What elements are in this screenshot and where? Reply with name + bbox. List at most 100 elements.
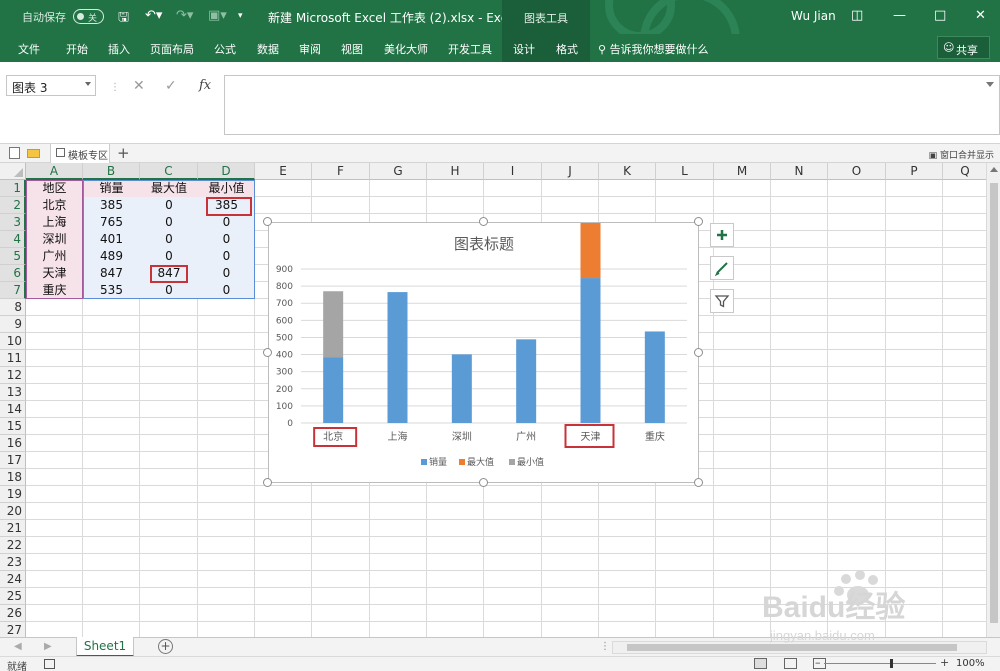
tab-page-layout[interactable]: 页面布局 [150, 41, 194, 57]
tab-beautify[interactable]: 美化大师 [384, 41, 428, 57]
column-header-g[interactable]: G [370, 163, 427, 180]
table-cell[interactable]: 天津 [26, 265, 83, 282]
camera-icon[interactable]: ▣▾ [208, 8, 227, 23]
autosave-toggle[interactable]: 关 [73, 9, 104, 24]
open-folder-icon[interactable] [27, 149, 40, 158]
table-header-cell[interactable]: 最小值 [198, 180, 255, 197]
table-cell[interactable]: 0 [140, 231, 198, 248]
chart-object[interactable]: 图表标题 900 800 700 600 500 400 300 200 100 0 北京 上海 深圳 广州… [268, 133, 699, 483]
tab-data[interactable]: 数据 [257, 41, 279, 57]
table-cell[interactable]: 0 [198, 231, 255, 248]
column-header-a[interactable]: A [26, 163, 83, 180]
column-header-j[interactable]: J [542, 163, 599, 180]
row-header-16[interactable]: 16 [0, 435, 26, 452]
row-header-18[interactable]: 18 [0, 469, 26, 486]
row-header-20[interactable]: 20 [0, 503, 26, 520]
tab-home[interactable]: 开始 [66, 41, 88, 57]
column-header-q[interactable]: Q [943, 163, 988, 180]
table-cell[interactable]: 0 [198, 248, 255, 265]
column-header-b[interactable]: B [83, 163, 140, 180]
row-header-1[interactable]: 1 [0, 180, 26, 197]
column-header-p[interactable]: P [886, 163, 943, 180]
formula-input[interactable] [224, 75, 1000, 135]
close-icon[interactable]: ✕ [975, 8, 986, 23]
scroll-up-icon[interactable] [990, 167, 998, 172]
row-header-9[interactable]: 9 [0, 316, 26, 333]
row-header-25[interactable]: 25 [0, 588, 26, 605]
tab-developer[interactable]: 开发工具 [448, 41, 492, 57]
select-all-button[interactable] [0, 163, 26, 180]
row-header-22[interactable]: 22 [0, 537, 26, 554]
insert-function-button[interactable]: fx [199, 78, 211, 93]
template-tab[interactable]: 模板专区 [50, 144, 110, 163]
tab-insert[interactable]: 插入 [108, 41, 130, 57]
maximize-icon[interactable]: □ [934, 8, 946, 23]
new-tab-icon[interactable]: + [117, 144, 130, 162]
table-cell[interactable]: 847 [83, 265, 140, 282]
tab-formulas[interactable]: 公式 [214, 41, 236, 57]
table-cell[interactable]: 535 [83, 282, 140, 299]
share-button[interactable]: ☺ 共享 [937, 36, 990, 59]
table-header-cell[interactable]: 销量 [83, 180, 140, 197]
resize-handle[interactable] [263, 347, 272, 357]
table-header-cell[interactable]: 地区 [26, 180, 83, 197]
row-header-15[interactable]: 15 [0, 418, 26, 435]
chart-styles-button[interactable] [710, 256, 734, 280]
zoom-slider[interactable] [824, 663, 936, 664]
save-icon[interactable]: 🖫 [118, 8, 129, 30]
column-header-h[interactable]: H [427, 163, 484, 180]
row-header-5[interactable]: 5 [0, 248, 26, 265]
chevron-down-icon[interactable] [85, 82, 91, 86]
row-header-24[interactable]: 24 [0, 571, 26, 588]
column-header-o[interactable]: O [828, 163, 886, 180]
table-cell[interactable]: 深圳 [26, 231, 83, 248]
column-header-l[interactable]: L [656, 163, 714, 180]
row-header-8[interactable]: 8 [0, 299, 26, 316]
tab-splitter-icon[interactable]: ⋮ [600, 641, 610, 652]
row-header-7[interactable]: 7 [0, 282, 26, 299]
tab-view[interactable]: 视图 [341, 41, 363, 57]
zoom-slider-knob[interactable] [890, 659, 893, 668]
column-header-i[interactable]: I [484, 163, 542, 180]
page-layout-view-icon[interactable] [784, 658, 797, 669]
macro-record-icon[interactable] [44, 659, 55, 669]
tab-file[interactable]: 文件 [18, 41, 40, 57]
column-header-c[interactable]: C [140, 163, 198, 180]
table-cell[interactable]: 0 [140, 197, 198, 214]
redo-icon[interactable]: ↷▾ [176, 8, 193, 23]
row-header-10[interactable]: 10 [0, 333, 26, 350]
sheet-tab-active[interactable]: Sheet1 [76, 637, 134, 657]
row-header-2[interactable]: 2 [0, 197, 26, 214]
name-box[interactable]: 图表 3 [6, 75, 96, 96]
tab-format[interactable]: 格式 [556, 41, 578, 57]
row-header-13[interactable]: 13 [0, 384, 26, 401]
table-cell[interactable]: 上海 [26, 214, 83, 231]
resize-handle[interactable] [263, 217, 272, 226]
zoom-in-icon[interactable]: + [940, 656, 949, 669]
ribbon-display-icon[interactable]: ◫ [851, 8, 863, 23]
scroll-thumb[interactable] [990, 183, 998, 623]
tab-review[interactable]: 审阅 [299, 41, 321, 57]
table-cell[interactable]: 765 [83, 214, 140, 231]
minimize-icon[interactable]: — [893, 8, 906, 23]
merge-windows-button[interactable]: ▣ 窗口合并显示 [929, 148, 994, 161]
tell-me-search[interactable]: ⚲ 告诉我你想要做什么 [598, 41, 709, 57]
table-header-cell[interactable]: 最大值 [140, 180, 198, 197]
resize-handle[interactable] [478, 478, 488, 487]
column-header-d[interactable]: D [198, 163, 255, 180]
row-header-23[interactable]: 23 [0, 554, 26, 571]
table-cell[interactable]: 广州 [26, 248, 83, 265]
expand-formula-bar-icon[interactable] [986, 82, 994, 87]
table-cell[interactable]: 0 [198, 265, 255, 282]
row-header-17[interactable]: 17 [0, 452, 26, 469]
row-header-27[interactable]: 27 [0, 622, 26, 637]
row-header-4[interactable]: 4 [0, 231, 26, 248]
row-header-19[interactable]: 19 [0, 486, 26, 503]
column-header-n[interactable]: N [771, 163, 828, 180]
table-cell[interactable]: 0 [198, 282, 255, 299]
cancel-icon[interactable]: ✕ [133, 78, 145, 94]
table-cell[interactable]: 北京 [26, 197, 83, 214]
row-header-21[interactable]: 21 [0, 520, 26, 537]
resize-handle[interactable] [263, 478, 272, 487]
vertical-scrollbar[interactable] [986, 163, 1000, 637]
